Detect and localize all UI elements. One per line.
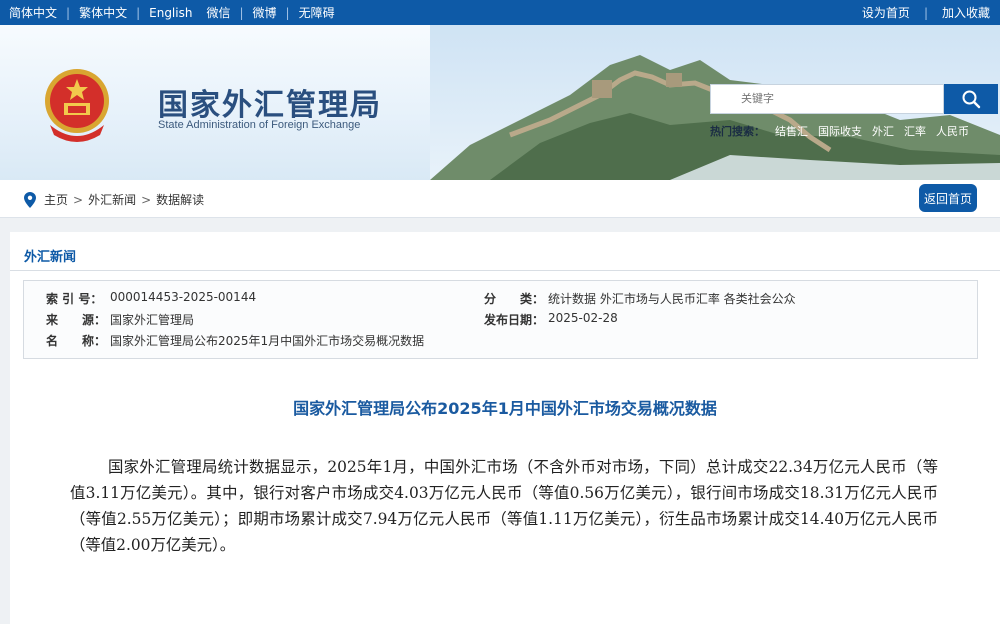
link-english[interactable]: English: [146, 6, 195, 20]
hot-term[interactable]: 外汇: [872, 123, 894, 139]
hot-search-label: 热门搜索：: [710, 125, 765, 138]
meta-date: 发布日期： 2025-02-28: [484, 311, 618, 328]
meta-index: 索 引 号： 000014453-2025-00144: [46, 290, 256, 307]
location-pin-icon: [24, 191, 36, 208]
site-subtitle: State Administration of Foreign Exchange: [158, 119, 361, 131]
hot-term[interactable]: 人民币: [936, 123, 969, 139]
meta-source-value: 国家外汇管理局: [110, 313, 195, 327]
link-set-homepage[interactable]: 设为首页: [862, 4, 910, 21]
article-title: 国家外汇管理局公布2025年1月中国外汇市场交易概况数据: [293, 399, 717, 418]
national-emblem-icon: [42, 65, 112, 147]
meta-category-label: 分 类：: [484, 292, 545, 306]
search-icon: [962, 90, 981, 109]
hot-term[interactable]: 国际收支: [818, 123, 862, 139]
meta-category-value: 统计数据 外汇市场与人民币汇率 各类社会公众: [548, 292, 796, 306]
divider: |: [239, 5, 244, 20]
meta-category: 分 类： 统计数据 外汇市场与人民币汇率 各类社会公众: [484, 290, 796, 307]
divider: |: [136, 5, 141, 20]
breadcrumb-news[interactable]: 外汇新闻: [88, 191, 136, 208]
divider: |: [285, 5, 290, 20]
hot-term[interactable]: 汇率: [904, 123, 926, 139]
link-traditional-chinese[interactable]: 繁体中文: [76, 4, 130, 21]
link-add-favorite[interactable]: 加入收藏: [942, 4, 990, 21]
document-metadata: 索 引 号： 000014453-2025-00144 分 类： 统计数据 外汇…: [23, 280, 978, 359]
meta-source: 来 源： 国家外汇管理局: [46, 311, 194, 328]
search-button[interactable]: [944, 84, 998, 114]
hot-search: 热门搜索： 结售汇 国际收支 外汇 汇率 人民币: [710, 123, 969, 139]
meta-date-label: 发布日期：: [484, 313, 545, 327]
link-accessibility[interactable]: 无障碍: [296, 4, 338, 21]
divider: |: [66, 5, 71, 20]
link-simplified-chinese[interactable]: 简体中文: [6, 4, 60, 21]
meta-date-value: 2025-02-28: [548, 311, 618, 325]
breadcrumb-data-interpretation[interactable]: 数据解读: [156, 191, 204, 208]
hot-term[interactable]: 结售汇: [775, 123, 808, 139]
meta-name-value: 国家外汇管理局公布2025年1月中国外汇市场交易概况数据: [110, 334, 425, 348]
site-title: 国家外汇管理局: [158, 88, 382, 123]
header-banner: 国家外汇管理局 State Administration of Foreign …: [0, 25, 1000, 180]
language-links: 简体中文 | 繁体中文 | English 微信 | 微博 | 无障碍: [6, 0, 338, 25]
search-input[interactable]: [710, 84, 944, 114]
section-title: 外汇新闻: [24, 250, 77, 265]
breadcrumb: 主页 > 外汇新闻 > 数据解读: [24, 191, 204, 208]
divider: |: [923, 5, 928, 20]
breadcrumb-separator: >: [73, 192, 84, 207]
meta-name-label: 名 称：: [46, 334, 107, 348]
meta-source-label: 来 源：: [46, 313, 107, 327]
breadcrumb-bar: 主页 > 外汇新闻 > 数据解读: [0, 180, 1000, 218]
meta-index-value: 000014453-2025-00144: [110, 290, 257, 304]
meta-index-label: 索 引 号：: [46, 292, 103, 306]
back-to-home-button[interactable]: 返回首页: [919, 184, 977, 212]
top-bar: 简体中文 | 繁体中文 | English 微信 | 微博 | 无障碍 设为首页…: [0, 0, 1000, 25]
link-wechat[interactable]: 微信: [203, 4, 233, 21]
content-panel: 外汇新闻 索 引 号： 000014453-2025-00144 分 类： 统计…: [10, 232, 1000, 624]
link-weibo[interactable]: 微博: [250, 4, 280, 21]
section-divider: [10, 270, 1000, 271]
utility-links: 设为首页 | 加入收藏: [862, 0, 990, 25]
search-bar: [710, 84, 998, 114]
article-body: 国家外汇管理局统计数据显示，2025年1月，中国外汇市场（不含外币对市场，下同）…: [70, 458, 938, 554]
breadcrumb-home[interactable]: 主页: [44, 191, 68, 208]
breadcrumb-separator: >: [141, 192, 152, 207]
meta-name: 名 称： 国家外汇管理局公布2025年1月中国外汇市场交易概况数据: [46, 332, 424, 349]
